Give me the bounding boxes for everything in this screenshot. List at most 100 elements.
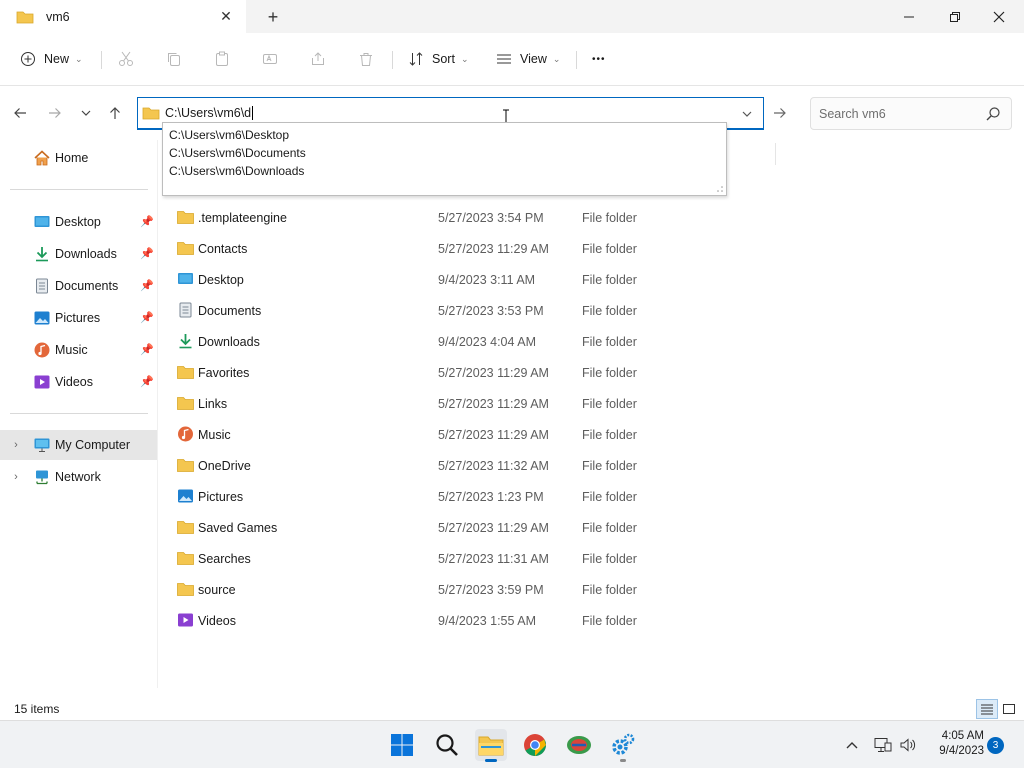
go-button[interactable] (766, 99, 794, 127)
file-row[interactable]: Desktop 9/4/2023 3:11 AM File folder (170, 264, 650, 295)
network-tray-button[interactable] (873, 735, 893, 755)
search-box[interactable]: Search vm6 (810, 97, 1012, 130)
file-name: Links (198, 396, 228, 411)
close-tab-icon[interactable]: ✕ (216, 6, 236, 26)
search-icon[interactable] (985, 106, 1001, 122)
sidebar-item-home[interactable]: Home (0, 143, 158, 173)
sort-button[interactable]: Sort ⌄ (408, 45, 468, 73)
file-name: Videos (198, 613, 236, 628)
file-row[interactable]: Links 5/27/2023 11:29 AM File folder (170, 388, 650, 419)
volume-tray-button[interactable] (898, 735, 918, 755)
chevron-right-icon[interactable]: › (10, 470, 22, 484)
file-row[interactable]: Videos 9/4/2023 1:55 AM File folder (170, 605, 650, 636)
tiles-view-icon (1003, 704, 1015, 714)
home-icon (34, 150, 50, 166)
sidebar-item-documents[interactable]: Documents 📌 (0, 271, 158, 301)
sort-icon (409, 52, 423, 66)
pin-icon[interactable]: 📌 (140, 247, 154, 260)
folder-icon (177, 521, 194, 534)
chevron-right-icon[interactable]: › (10, 438, 22, 452)
cut-icon[interactable] (114, 47, 138, 71)
taskbar-clock[interactable]: 4:05 AM 9/4/2023 (924, 729, 984, 759)
pin-icon[interactable]: 📌 (140, 343, 154, 356)
details-view-button[interactable] (976, 699, 998, 719)
address-dropdown-button[interactable] (739, 106, 755, 122)
sidebar-item-desktop[interactable]: Desktop 📌 (0, 207, 158, 237)
maximize-button[interactable] (932, 0, 978, 33)
close-window-button[interactable] (976, 0, 1022, 33)
back-button[interactable] (8, 101, 32, 125)
file-name: Downloads (198, 334, 260, 349)
notification-badge[interactable]: 3 (987, 737, 1004, 754)
file-row[interactable]: Favorites 5/27/2023 11:29 AM File folder (170, 357, 650, 388)
documents-icon (36, 278, 48, 294)
title-bar: vm6 ✕ + (0, 0, 1024, 33)
new-button[interactable]: New ⌄ (20, 45, 83, 73)
rename-icon[interactable] (258, 47, 282, 71)
search-icon (436, 734, 458, 756)
forward-button[interactable] (43, 101, 67, 125)
file-type: File folder (582, 303, 637, 318)
autocomplete-item[interactable]: C:\Users\vm6\Desktop (163, 126, 726, 144)
file-name: Favorites (198, 365, 250, 380)
autocomplete-item[interactable]: C:\Users\vm6\Downloads (163, 162, 726, 180)
file-name: Pictures (198, 489, 244, 504)
file-row[interactable]: source 5/27/2023 3:59 PM File folder (170, 574, 650, 605)
sidebar-item-network[interactable]: › Network (0, 462, 158, 492)
paste-icon[interactable] (210, 47, 234, 71)
sidebar-item-downloads[interactable]: Downloads 📌 (0, 239, 158, 269)
sidebar-item-videos[interactable]: Videos 📌 (0, 367, 158, 397)
taskbar-app[interactable] (563, 729, 595, 761)
taskbar-file-explorer[interactable] (475, 729, 507, 762)
taskbar-chrome[interactable] (519, 729, 551, 761)
share-icon[interactable] (306, 47, 330, 71)
music-icon (178, 426, 193, 442)
sidebar-label: Desktop (55, 215, 101, 229)
up-button[interactable] (103, 101, 127, 125)
sidebar-item-music[interactable]: Music 📌 (0, 335, 158, 365)
details-view-icon (981, 704, 993, 715)
autocomplete-item[interactable]: C:\Users\vm6\Documents (163, 144, 726, 162)
file-row[interactable]: Downloads 9/4/2023 4:04 AM File folder (170, 326, 650, 357)
show-hidden-icons-button[interactable] (842, 735, 862, 755)
tab-vm6[interactable]: vm6 ✕ (0, 0, 246, 33)
copy-icon[interactable] (162, 47, 186, 71)
file-name: Saved Games (198, 520, 278, 535)
file-row[interactable]: .templateengine 5/27/2023 3:54 PM File f… (170, 202, 650, 233)
file-row[interactable]: Contacts 5/27/2023 11:29 AM File folder (170, 233, 650, 264)
pane-splitter[interactable] (157, 140, 158, 688)
divider (576, 51, 577, 69)
sidebar-item-my-computer[interactable]: › My Computer (0, 430, 158, 460)
chevron-down-icon: ⌄ (460, 53, 469, 64)
sidebar-label: Pictures (55, 311, 101, 325)
folder-icon (177, 459, 194, 472)
new-tab-button[interactable]: + (262, 6, 284, 28)
more-options-button[interactable]: ••• (592, 45, 606, 73)
file-type: File folder (582, 551, 637, 566)
pin-icon[interactable]: 📌 (140, 215, 154, 228)
file-row[interactable]: Music 5/27/2023 11:29 AM File folder (170, 419, 650, 450)
recent-locations-button[interactable] (74, 101, 98, 125)
file-row[interactable]: Saved Games 5/27/2023 11:29 AM File fold… (170, 512, 650, 543)
address-input[interactable]: C:\Users\vm6\d (165, 106, 254, 121)
sidebar-item-pictures[interactable]: Pictures 📌 (0, 303, 158, 333)
file-row[interactable]: Searches 5/27/2023 11:31 AM File folder (170, 543, 650, 574)
arrow-right-icon (49, 108, 61, 118)
start-button[interactable] (386, 729, 418, 761)
plus-circle-icon (21, 52, 35, 66)
taskbar-search-button[interactable] (431, 729, 463, 761)
pin-icon[interactable]: 📌 (140, 311, 154, 324)
file-date: 5/27/2023 3:54 PM (438, 210, 544, 225)
file-row[interactable]: Documents 5/27/2023 3:53 PM File folder (170, 295, 650, 326)
file-row[interactable]: OneDrive 5/27/2023 11:32 AM File folder (170, 450, 650, 481)
resize-grip-icon[interactable] (716, 185, 724, 193)
taskbar-settings[interactable] (607, 729, 639, 762)
pin-icon[interactable]: 📌 (140, 279, 154, 292)
tiles-view-button[interactable] (998, 699, 1020, 719)
file-row[interactable]: Pictures 5/27/2023 1:23 PM File folder (170, 481, 650, 512)
view-button[interactable]: View ⌄ (496, 45, 560, 73)
pin-icon[interactable]: 📌 (140, 375, 154, 388)
delete-icon[interactable] (354, 47, 378, 71)
minimize-button[interactable] (886, 0, 932, 33)
status-bar: 15 items (0, 696, 1024, 720)
